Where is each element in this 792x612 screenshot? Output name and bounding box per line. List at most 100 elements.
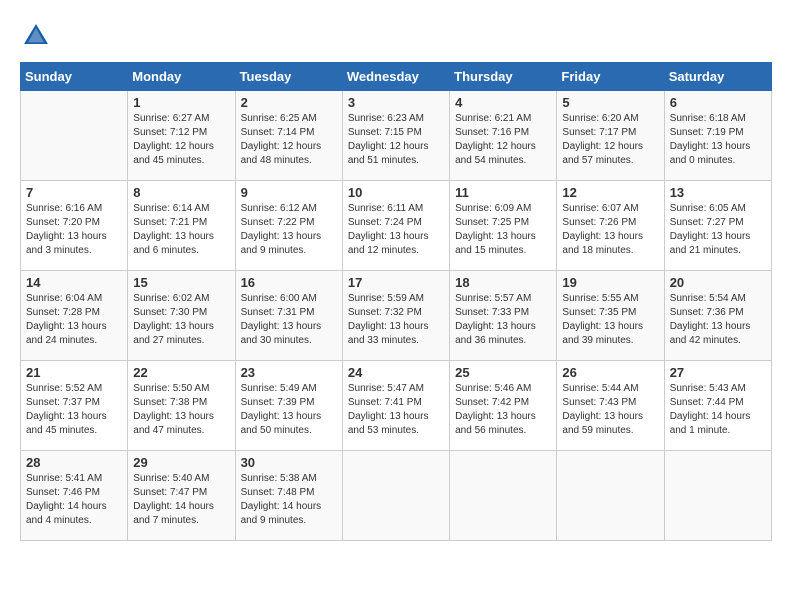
calendar-cell: [342, 451, 449, 541]
day-info: Sunrise: 6:12 AM Sunset: 7:22 PM Dayligh…: [241, 202, 337, 258]
day-number: 30: [241, 455, 337, 470]
day-number: 15: [133, 275, 229, 290]
header-row: SundayMondayTuesdayWednesdayThursdayFrid…: [21, 63, 772, 91]
calendar-cell: 7 Sunrise: 6:16 AM Sunset: 7:20 PM Daylig…: [21, 181, 128, 271]
day-info: Sunrise: 6:27 AM Sunset: 7:12 PM Dayligh…: [133, 112, 229, 168]
day-number: 16: [241, 275, 337, 290]
day-number: 4: [455, 95, 551, 110]
day-info: Sunrise: 5:38 AM Sunset: 7:48 PM Dayligh…: [241, 472, 337, 528]
logo-icon: [20, 20, 52, 52]
calendar-cell: 17 Sunrise: 5:59 AM Sunset: 7:32 PM Dayli…: [342, 271, 449, 361]
day-info: Sunrise: 6:21 AM Sunset: 7:16 PM Dayligh…: [455, 112, 551, 168]
day-number: 9: [241, 185, 337, 200]
calendar-cell: 15 Sunrise: 6:02 AM Sunset: 7:30 PM Dayli…: [128, 271, 235, 361]
day-info: Sunrise: 5:59 AM Sunset: 7:32 PM Dayligh…: [348, 292, 444, 348]
day-info: Sunrise: 6:23 AM Sunset: 7:15 PM Dayligh…: [348, 112, 444, 168]
day-number: 10: [348, 185, 444, 200]
day-info: Sunrise: 6:07 AM Sunset: 7:26 PM Dayligh…: [562, 202, 658, 258]
calendar-cell: 16 Sunrise: 6:00 AM Sunset: 7:31 PM Dayli…: [235, 271, 342, 361]
calendar-cell: 20 Sunrise: 5:54 AM Sunset: 7:36 PM Dayli…: [664, 271, 771, 361]
day-number: 11: [455, 185, 551, 200]
calendar-cell: 5 Sunrise: 6:20 AM Sunset: 7:17 PM Daylig…: [557, 91, 664, 181]
day-number: 18: [455, 275, 551, 290]
calendar-cell: 1Sunrise: 6:27 AM Sunset: 7:12 PM Daylig…: [128, 91, 235, 181]
calendar-cell: 10 Sunrise: 6:11 AM Sunset: 7:24 PM Dayli…: [342, 181, 449, 271]
day-info: Sunrise: 5:55 AM Sunset: 7:35 PM Dayligh…: [562, 292, 658, 348]
day-number: 3: [348, 95, 444, 110]
day-info: Sunrise: 5:52 AM Sunset: 7:37 PM Dayligh…: [26, 382, 122, 438]
calendar-cell: 30 Sunrise: 5:38 AM Sunset: 7:48 PM Dayli…: [235, 451, 342, 541]
day-info: Sunrise: 6:16 AM Sunset: 7:20 PM Dayligh…: [26, 202, 122, 258]
week-row-5: 28 Sunrise: 5:41 AM Sunset: 7:46 PM Dayli…: [21, 451, 772, 541]
week-row-2: 7 Sunrise: 6:16 AM Sunset: 7:20 PM Daylig…: [21, 181, 772, 271]
day-info: Sunrise: 5:50 AM Sunset: 7:38 PM Dayligh…: [133, 382, 229, 438]
day-number: 13: [670, 185, 766, 200]
calendar-cell: 13Sunrise: 6:05 AM Sunset: 7:27 PM Dayli…: [664, 181, 771, 271]
day-number: 25: [455, 365, 551, 380]
column-header-friday: Friday: [557, 63, 664, 91]
calendar-cell: 26 Sunrise: 5:44 AM Sunset: 7:43 PM Dayli…: [557, 361, 664, 451]
day-number: 28: [26, 455, 122, 470]
day-info: Sunrise: 5:41 AM Sunset: 7:46 PM Dayligh…: [26, 472, 122, 528]
day-number: 23: [241, 365, 337, 380]
calendar-cell: 8Sunrise: 6:14 AM Sunset: 7:21 PM Daylig…: [128, 181, 235, 271]
calendar-cell: 4 Sunrise: 6:21 AM Sunset: 7:16 PM Daylig…: [450, 91, 557, 181]
day-number: 12: [562, 185, 658, 200]
calendar-cell: 29 Sunrise: 5:40 AM Sunset: 7:47 PM Dayli…: [128, 451, 235, 541]
calendar-cell: 12 Sunrise: 6:07 AM Sunset: 7:26 PM Dayli…: [557, 181, 664, 271]
day-info: Sunrise: 6:14 AM Sunset: 7:21 PM Dayligh…: [133, 202, 229, 258]
week-row-3: 14 Sunrise: 6:04 AM Sunset: 7:28 PM Dayli…: [21, 271, 772, 361]
day-info: Sunrise: 6:11 AM Sunset: 7:24 PM Dayligh…: [348, 202, 444, 258]
calendar-table: SundayMondayTuesdayWednesdayThursdayFrid…: [20, 62, 772, 541]
calendar-cell: 28 Sunrise: 5:41 AM Sunset: 7:46 PM Dayli…: [21, 451, 128, 541]
day-info: Sunrise: 6:00 AM Sunset: 7:31 PM Dayligh…: [241, 292, 337, 348]
day-info: Sunrise: 6:04 AM Sunset: 7:28 PM Dayligh…: [26, 292, 122, 348]
day-number: 6: [670, 95, 766, 110]
day-info: Sunrise: 5:49 AM Sunset: 7:39 PM Dayligh…: [241, 382, 337, 438]
day-number: 22: [133, 365, 229, 380]
day-number: 20: [670, 275, 766, 290]
column-header-tuesday: Tuesday: [235, 63, 342, 91]
day-number: 5: [562, 95, 658, 110]
day-info: Sunrise: 6:25 AM Sunset: 7:14 PM Dayligh…: [241, 112, 337, 168]
calendar-cell: 25 Sunrise: 5:46 AM Sunset: 7:42 PM Dayli…: [450, 361, 557, 451]
calendar-cell: 14 Sunrise: 6:04 AM Sunset: 7:28 PM Dayli…: [21, 271, 128, 361]
day-number: 2: [241, 95, 337, 110]
calendar-cell: 9 Sunrise: 6:12 AM Sunset: 7:22 PM Daylig…: [235, 181, 342, 271]
day-info: Sunrise: 5:40 AM Sunset: 7:47 PM Dayligh…: [133, 472, 229, 528]
column-header-sunday: Sunday: [21, 63, 128, 91]
day-info: Sunrise: 5:57 AM Sunset: 7:33 PM Dayligh…: [455, 292, 551, 348]
day-number: 7: [26, 185, 122, 200]
day-info: Sunrise: 6:20 AM Sunset: 7:17 PM Dayligh…: [562, 112, 658, 168]
week-row-4: 21 Sunrise: 5:52 AM Sunset: 7:37 PM Dayli…: [21, 361, 772, 451]
page-header: [20, 20, 772, 52]
day-info: Sunrise: 6:02 AM Sunset: 7:30 PM Dayligh…: [133, 292, 229, 348]
calendar-cell: 19Sunrise: 5:55 AM Sunset: 7:35 PM Dayli…: [557, 271, 664, 361]
calendar-cell: 22 Sunrise: 5:50 AM Sunset: 7:38 PM Dayli…: [128, 361, 235, 451]
calendar-cell: 23 Sunrise: 5:49 AM Sunset: 7:39 PM Dayli…: [235, 361, 342, 451]
calendar-cell: [450, 451, 557, 541]
day-number: 26: [562, 365, 658, 380]
day-number: 21: [26, 365, 122, 380]
week-row-1: 1Sunrise: 6:27 AM Sunset: 7:12 PM Daylig…: [21, 91, 772, 181]
calendar-cell: 2 Sunrise: 6:25 AM Sunset: 7:14 PM Daylig…: [235, 91, 342, 181]
day-info: Sunrise: 5:46 AM Sunset: 7:42 PM Dayligh…: [455, 382, 551, 438]
day-info: Sunrise: 5:44 AM Sunset: 7:43 PM Dayligh…: [562, 382, 658, 438]
day-number: 17: [348, 275, 444, 290]
calendar-cell: 27Sunrise: 5:43 AM Sunset: 7:44 PM Dayli…: [664, 361, 771, 451]
day-number: 27: [670, 365, 766, 380]
calendar-cell: 21 Sunrise: 5:52 AM Sunset: 7:37 PM Dayli…: [21, 361, 128, 451]
calendar-cell: 6 Sunrise: 6:18 AM Sunset: 7:19 PM Daylig…: [664, 91, 771, 181]
column-header-saturday: Saturday: [664, 63, 771, 91]
day-number: 29: [133, 455, 229, 470]
calendar-cell: [21, 91, 128, 181]
calendar-cell: 24Sunrise: 5:47 AM Sunset: 7:41 PM Dayli…: [342, 361, 449, 451]
day-info: Sunrise: 6:09 AM Sunset: 7:25 PM Dayligh…: [455, 202, 551, 258]
column-header-thursday: Thursday: [450, 63, 557, 91]
calendar-cell: [664, 451, 771, 541]
day-info: Sunrise: 5:54 AM Sunset: 7:36 PM Dayligh…: [670, 292, 766, 348]
column-header-monday: Monday: [128, 63, 235, 91]
calendar-cell: 3 Sunrise: 6:23 AM Sunset: 7:15 PM Daylig…: [342, 91, 449, 181]
day-info: Sunrise: 6:18 AM Sunset: 7:19 PM Dayligh…: [670, 112, 766, 168]
day-number: 14: [26, 275, 122, 290]
